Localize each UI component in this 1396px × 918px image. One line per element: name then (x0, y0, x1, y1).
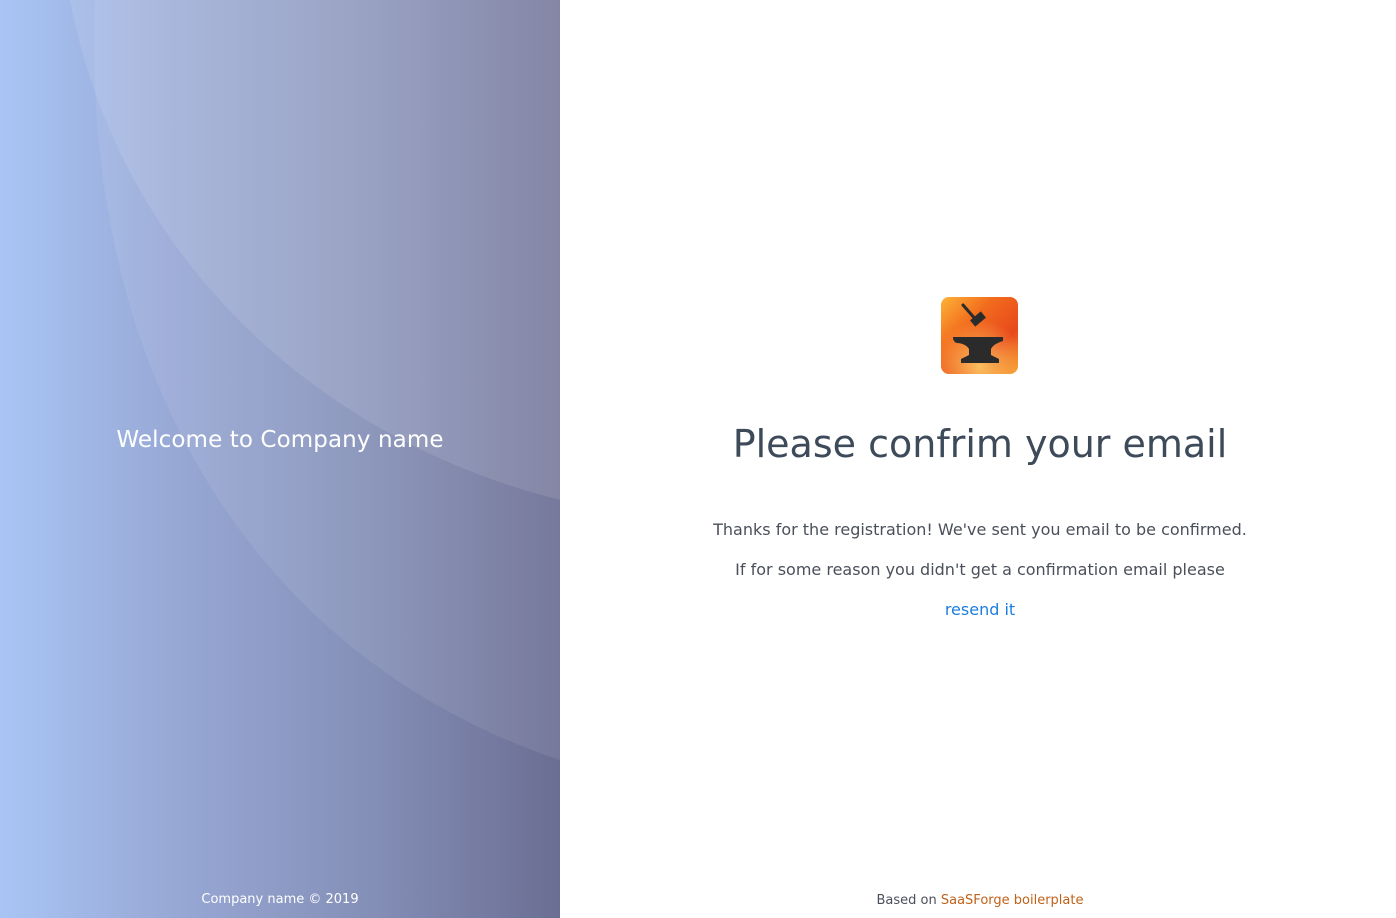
registration-message: Thanks for the registration! We've sent … (713, 520, 1247, 539)
content-panel: Please confrim your email Thanks for the… (560, 0, 1396, 918)
content-footer: Based on SaaSForge boilerplate (560, 893, 1396, 908)
resend-link[interactable]: resend it (945, 600, 1015, 619)
page: Welcome to Company name Company name © 2… (0, 0, 1396, 918)
hero-background-swoosh (70, 0, 560, 760)
resend-instruction: If for some reason you didn't get a conf… (735, 560, 1225, 579)
anvil-hammer-icon (941, 297, 1018, 374)
page-title: Please confrim your email (732, 422, 1228, 466)
hero-title: Welcome to Company name (116, 427, 444, 453)
saasforge-link[interactable]: SaaSForge boilerplate (941, 893, 1084, 908)
hero-panel: Welcome to Company name Company name © 2… (0, 0, 560, 918)
hero-copyright: Company name © 2019 (201, 892, 359, 907)
resend-container: resend it (560, 600, 1396, 619)
footer-prefix: Based on (876, 893, 937, 908)
